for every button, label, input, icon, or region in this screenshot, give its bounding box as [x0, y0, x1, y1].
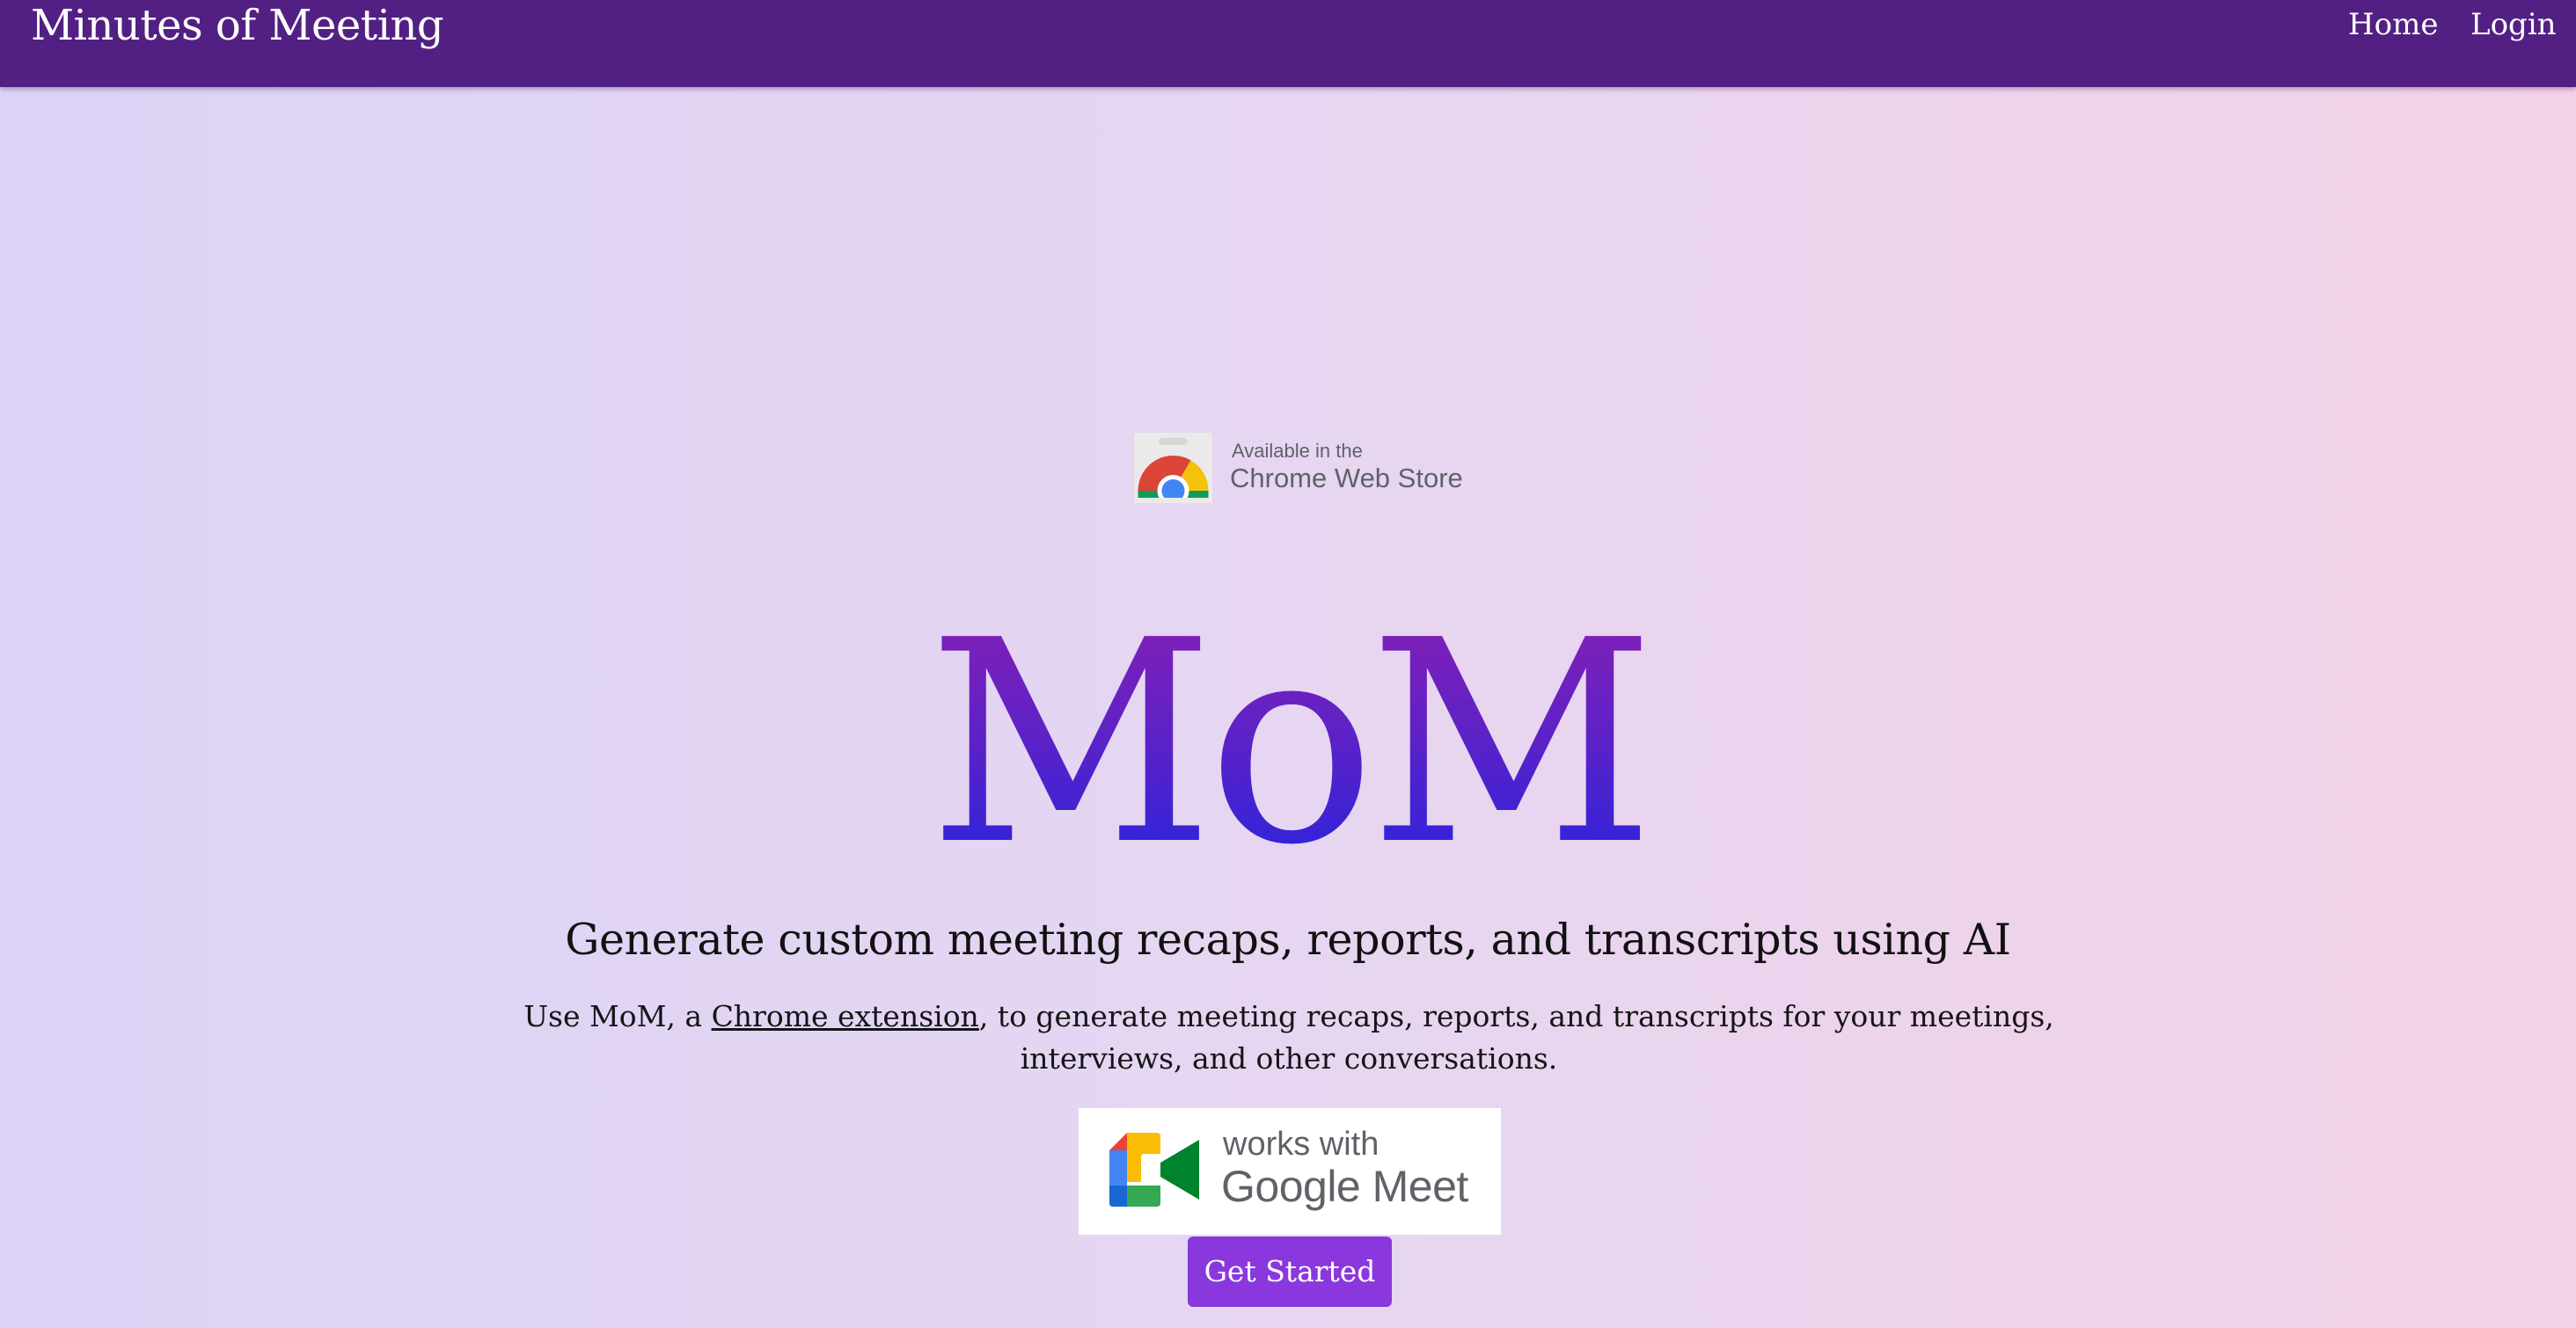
- nav-home-link[interactable]: Home: [2348, 5, 2438, 44]
- description-text-after: , to generate meeting recaps, reports, a…: [978, 999, 2054, 1076]
- get-started-button[interactable]: Get Started: [1188, 1237, 1392, 1307]
- description-text-before: Use MoM, a: [523, 999, 712, 1033]
- chrome-extension-link[interactable]: Chrome extension: [712, 999, 979, 1033]
- hero-title: MoM: [0, 594, 2576, 893]
- works-with-text: works with: [1223, 1126, 1379, 1163]
- site-brand[interactable]: Minutes of Meeting: [31, 0, 444, 51]
- chrome-web-store-icon: [1134, 433, 1212, 503]
- google-meet-badge: works with Google Meet: [1079, 1108, 1501, 1235]
- nav-login-link[interactable]: Login: [2470, 5, 2557, 44]
- chrome-web-store-badge[interactable]: Available in the Chrome Web Store: [1134, 433, 1463, 503]
- cws-store-text: Chrome Web Store: [1230, 463, 1463, 493]
- top-navbar: Minutes of Meeting Home Login: [0, 0, 2576, 87]
- hero-subtitle: Generate custom meeting recaps, reports,…: [565, 915, 2011, 965]
- cws-available-text: Available in the: [1232, 440, 1363, 462]
- hero-description: Use MoM, a Chrome extension, to generate…: [440, 996, 2138, 1080]
- google-meet-icon: [1109, 1133, 1199, 1207]
- google-meet-text: Google Meet: [1221, 1162, 1468, 1211]
